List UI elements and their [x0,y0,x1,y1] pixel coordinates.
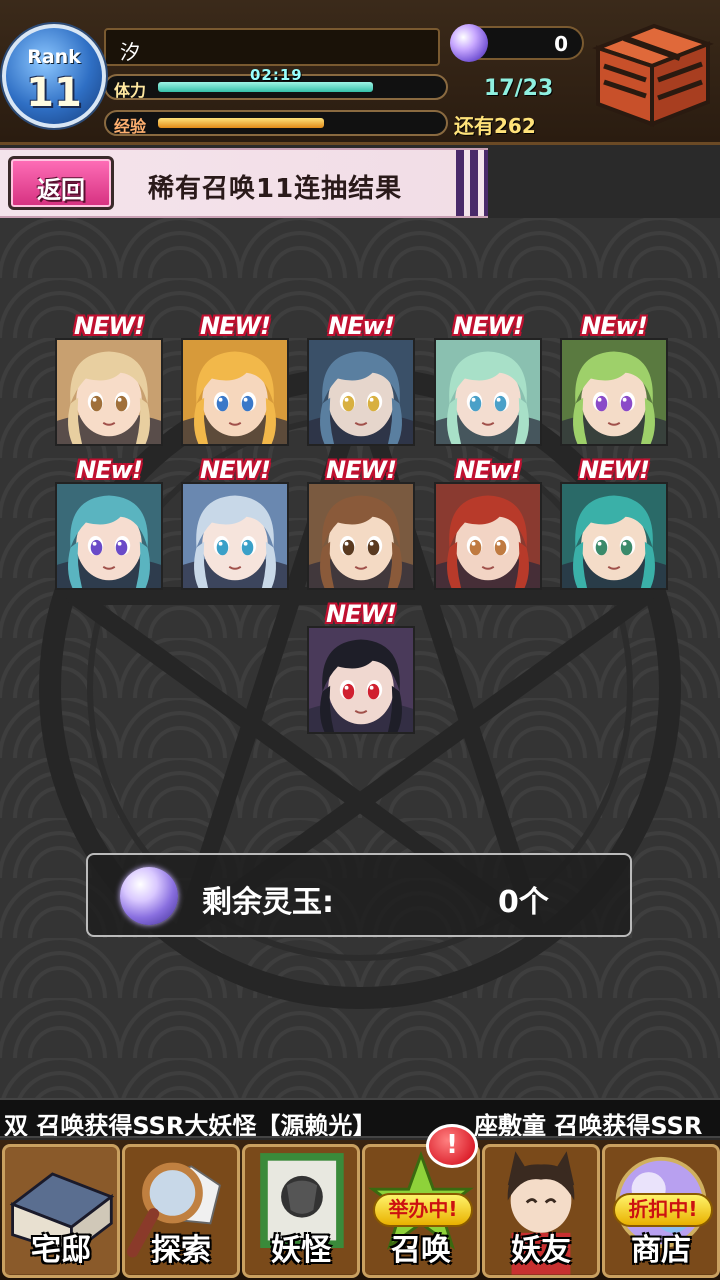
back-button[interactable]: 返回 [8,156,114,210]
new-tag: NEw! [328,312,395,340]
new-tag: NEw! [76,456,143,484]
new-tag: NEw! [455,456,522,484]
new-tag: NEW! [579,456,650,484]
nav-catgirl[interactable]: 妖友 [482,1144,600,1278]
stamina-timer: 02:19 [250,66,303,84]
nav-magnifier[interactable]: 探索 [122,1144,240,1278]
yokai-portrait-icon [562,340,666,444]
exp-bar-fill [158,118,324,128]
back-button-label: 返回 [37,176,85,204]
yokai-card[interactable] [434,482,542,590]
rank-value: 11 [26,70,82,116]
yokai-card[interactable] [181,338,289,446]
yokai-card[interactable] [55,338,163,446]
player-name: 汐 [120,40,140,64]
nav-label: 宅邸 [31,1233,91,1268]
stamina-label: 体力 [114,81,147,100]
ticker-message: 双 召唤获得SSR大妖怪【源赖光】 [4,1112,377,1138]
player-status-header: 汐 体力 02:19 经验 0 17/23 还有262 Rank 11 [0,0,720,145]
yokai-portrait-icon [57,340,161,444]
stamina-value: 17/23 [484,76,554,101]
remaining-orbs-value: 0个 [498,885,549,920]
exp-label: 经验 [114,117,147,136]
yokai-portrait-icon [57,484,161,588]
banner-stripe-decoration [456,150,488,216]
yokai-portrait-icon [436,484,540,588]
nav-label: 探索 [151,1233,211,1268]
new-tag: NEW! [453,312,524,340]
new-tag: NEW! [200,312,271,340]
page-title: 稀有召唤11连抽结果 [148,174,403,204]
yokai-card[interactable] [307,338,415,446]
title-banner: 返回 稀有召唤11连抽结果 [0,148,488,218]
yokai-card[interactable] [307,626,415,734]
treasure-chest-icon[interactable] [584,18,714,130]
yokai-card[interactable] [181,482,289,590]
nav-label: 妖友 [511,1233,571,1268]
yokai-portrait-icon [562,484,666,588]
exp-bar: 经验 [104,110,448,136]
player-name-box: 汐 [104,28,440,66]
news-ticker: 双 召唤获得SSR大妖怪【源赖光】 座敷童 召唤获得SSR [0,1098,720,1138]
remaining-orbs-panel: 剩余灵玉: 0个 [86,853,632,937]
yokai-portrait-icon [436,340,540,444]
orb-count: 0 [554,32,568,56]
yokai-portrait-icon [183,484,287,588]
nav-badge: 举办中! [373,1193,473,1227]
nav-label: 商店 [631,1233,691,1268]
remaining-orbs-label: 剩余灵玉: [202,885,334,920]
yokai-portrait-icon [309,628,413,732]
nav-shop-orb[interactable]: 折扣中! 商店 [602,1144,720,1278]
yokai-card[interactable] [55,482,163,590]
yokai-portrait-icon [183,340,287,444]
new-tag: NEw! [581,312,648,340]
yokai-portrait-icon [309,340,413,444]
nav-label: 妖怪 [271,1233,331,1268]
spirit-orb-icon [120,867,178,925]
new-tag: NEW! [74,312,145,340]
summon-alert-badge: ! [426,1124,478,1168]
bottom-navigation: 宅邸 探索 妖怪 举办中! 召唤 妖友 折扣中! 商店 [0,1140,720,1280]
yokai-portrait-icon [309,484,413,588]
yokai-card[interactable] [307,482,415,590]
yokai-card[interactable] [434,338,542,446]
new-tag: NEW! [326,456,397,484]
rank-label: Rank [27,46,81,68]
ticker-message: 座敷童 召唤获得SSR [474,1112,703,1138]
exp-remaining: 还有262 [454,114,536,138]
yokai-card[interactable] [560,338,668,446]
yokai-card[interactable] [560,482,668,590]
rank-badge[interactable]: Rank 11 [2,24,106,128]
new-tag: NEW! [326,600,397,628]
nav-scroll[interactable]: 妖怪 [242,1144,360,1278]
new-tag: NEW! [200,456,271,484]
nav-label: 召唤 [391,1233,451,1268]
nav-mansion[interactable]: 宅邸 [2,1144,120,1278]
spirit-orb-icon [450,24,488,62]
nav-badge: 折扣中! [613,1193,713,1227]
